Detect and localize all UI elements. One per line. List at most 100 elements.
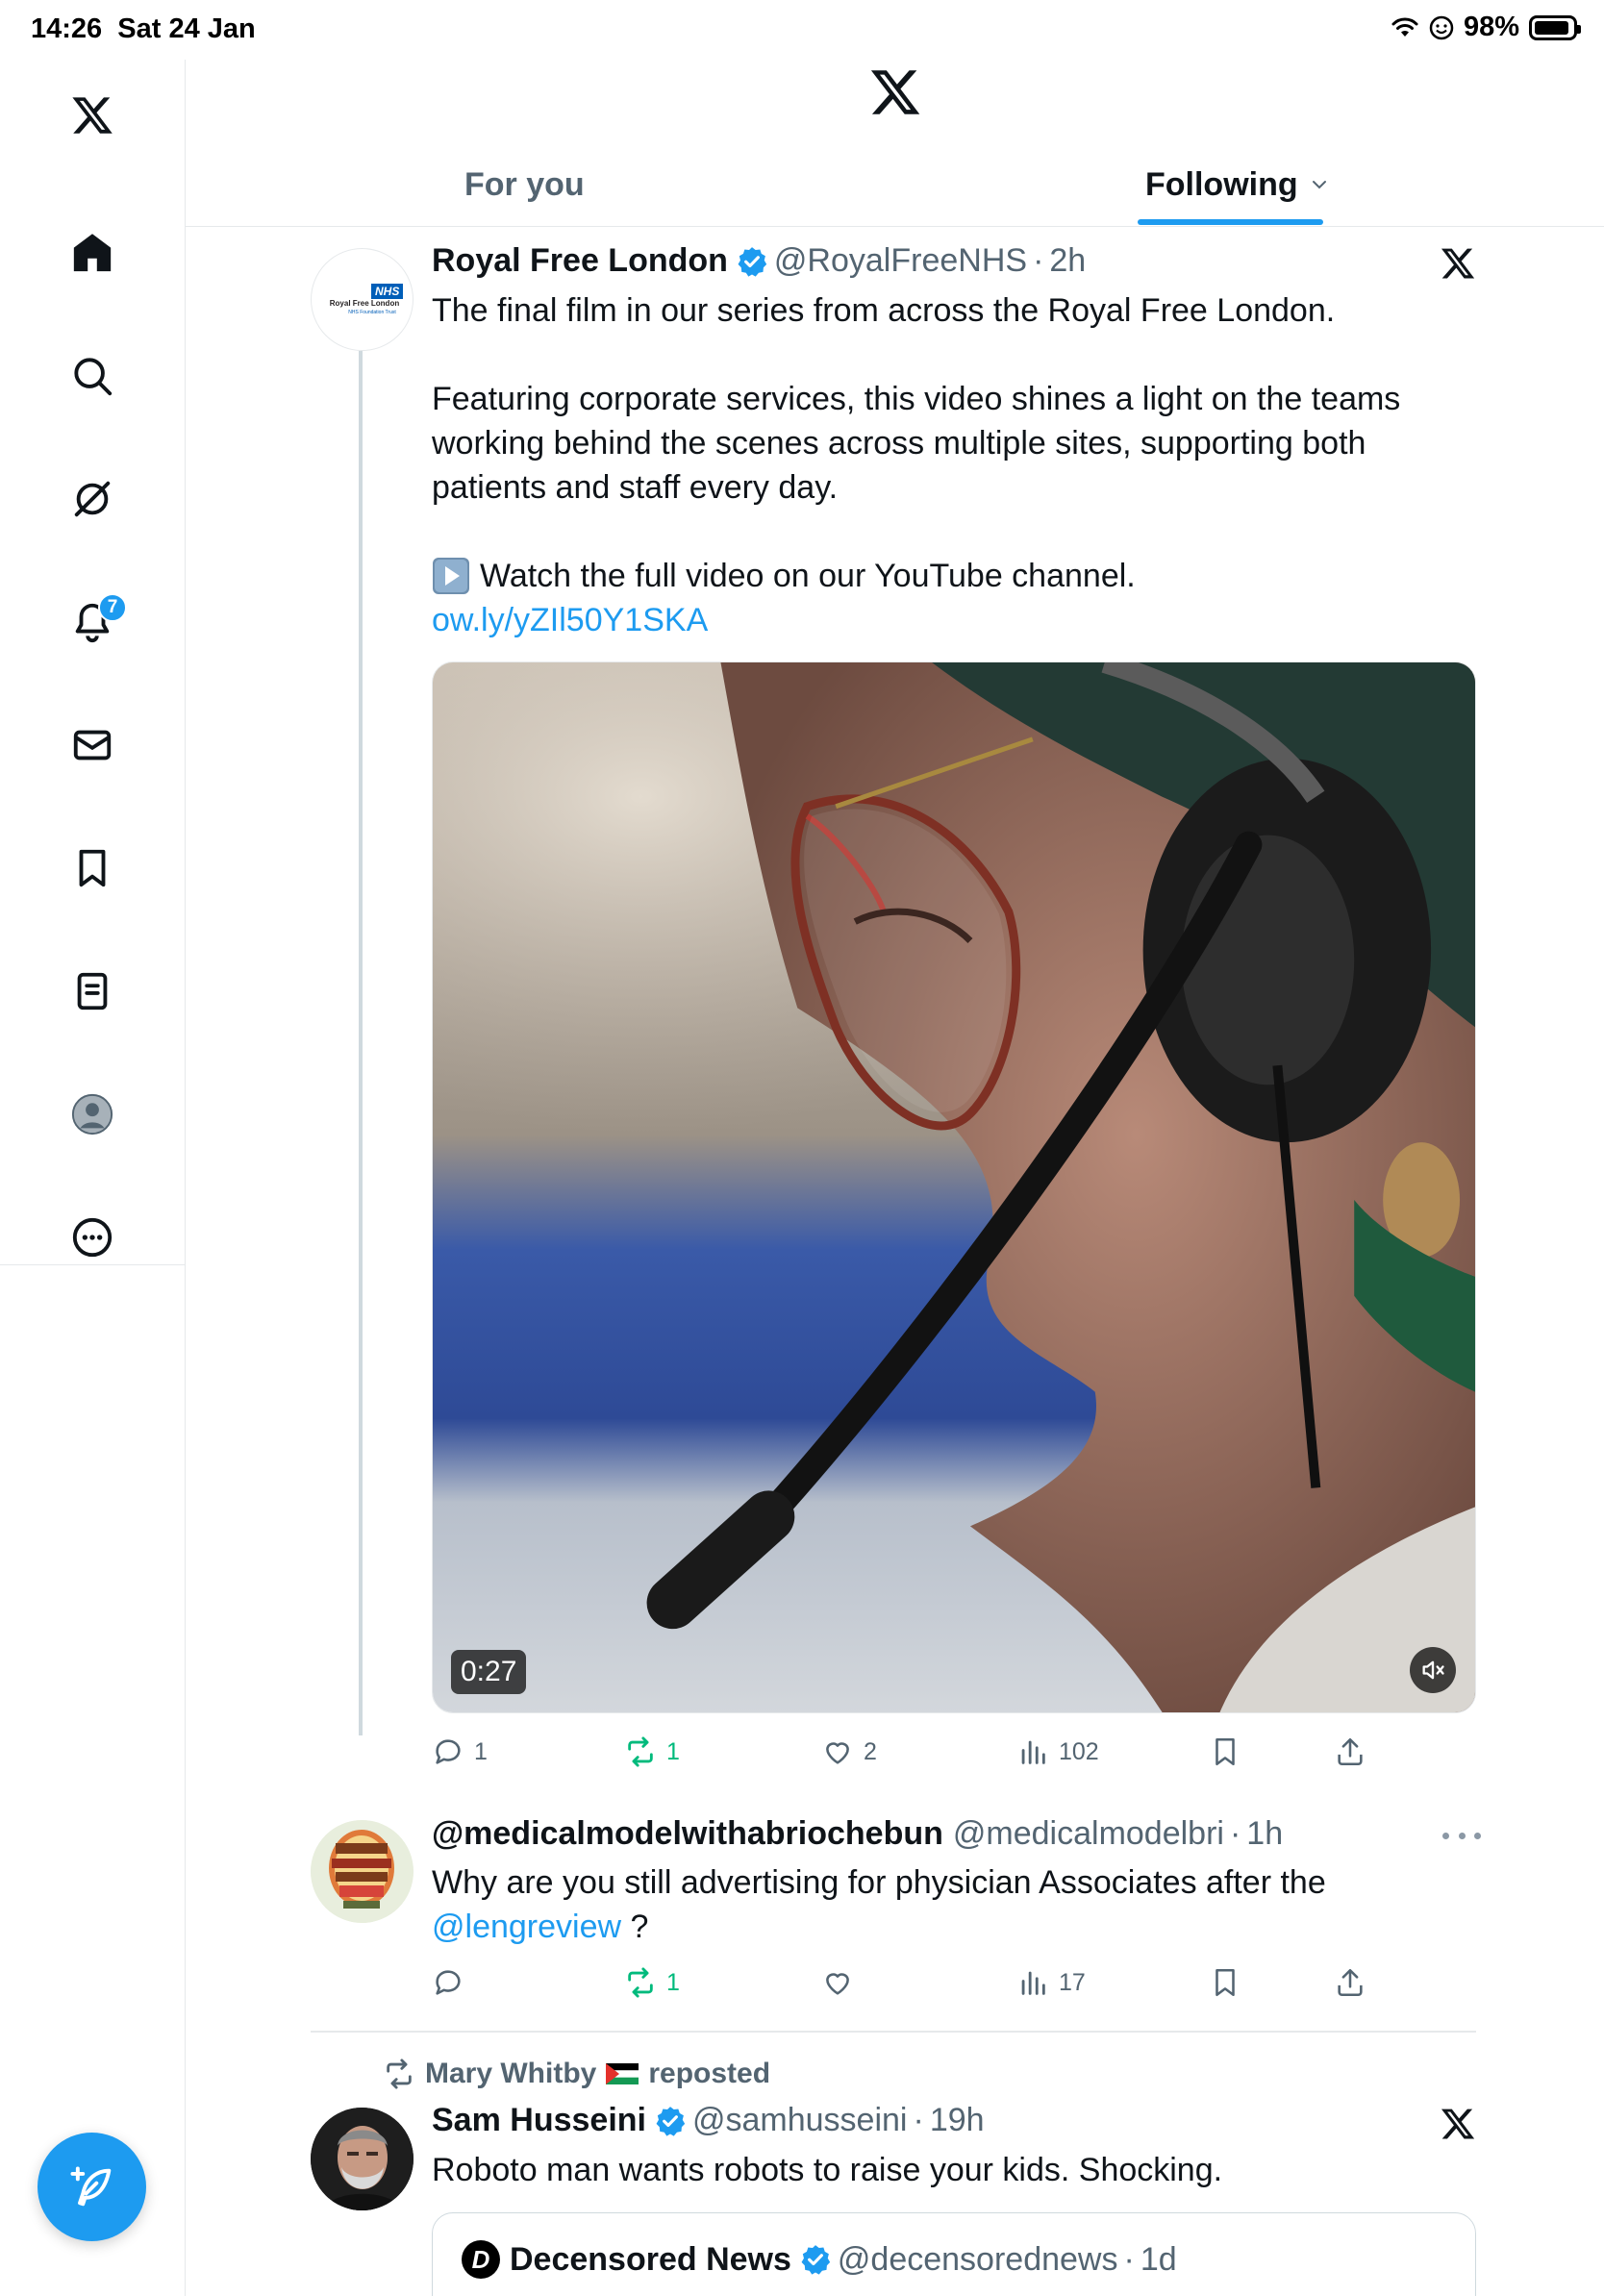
repost-count: 1 (666, 1737, 680, 1765)
author-handle[interactable]: @medicalmodelbri (953, 1815, 1224, 1853)
reply-icon (436, 1739, 461, 1764)
list-icon (77, 972, 108, 1011)
chevron-down-icon (1312, 181, 1326, 189)
grok-icon (74, 481, 111, 517)
quoted-tweet[interactable]: D Decensored News @decensorednews · 1d (432, 2212, 1476, 2296)
tweet-actions: 1 17 (432, 1958, 1476, 2008)
reposter-name[interactable]: Mary Whitby (425, 2058, 596, 2090)
share-button[interactable] (1334, 1727, 1366, 1777)
mention-link[interactable]: @lengreview (432, 1909, 621, 1945)
tweet-header: Sam Husseini @samhusseini · 19h (432, 2102, 985, 2139)
analytics-icon (1021, 1971, 1045, 1995)
timeline-tabs: For you Following (186, 142, 1604, 227)
x-logo-icon[interactable] (1440, 2106, 1476, 2142)
repost-icon (628, 1736, 653, 1767)
tweet-timestamp[interactable]: 19h (930, 2102, 985, 2139)
tweet-actions: 1 1 2 102 (432, 1727, 1476, 1777)
avatar-icon (71, 1093, 113, 1136)
dot (1474, 1832, 1481, 1839)
avatar[interactable]: NHS Royal Free London NHS Foundation Tru… (311, 248, 414, 351)
avatar[interactable] (311, 2108, 414, 2210)
analytics-icon (1021, 1740, 1045, 1764)
gmc-parody-logo (311, 1820, 414, 1923)
like-button[interactable]: 2 (821, 1727, 877, 1777)
sidebar-item-bookmarks[interactable] (58, 834, 127, 903)
repost-button[interactable]: 1 (624, 1727, 680, 1777)
reposted-label: reposted (648, 2058, 771, 2089)
compose-button[interactable] (38, 2133, 146, 2241)
tweet-text-end: ? (621, 1909, 649, 1945)
share-icon (1338, 1737, 1363, 1766)
bookmark-icon (1216, 1968, 1235, 1997)
battery-percent: 98% (1463, 12, 1519, 42)
more-options-button[interactable] (1442, 1826, 1481, 1845)
share-button[interactable] (1334, 1958, 1366, 2008)
view-count: 102 (1059, 1737, 1099, 1765)
home-icon (73, 234, 112, 272)
avatar-org-subtitle: NHS Foundation Trust (348, 310, 396, 315)
play-button-emoji-icon (433, 558, 469, 594)
tweet-header: Royal Free London @RoyalFreeNHS · 2h (432, 242, 1086, 280)
sidebar-item-more[interactable] (58, 1203, 127, 1272)
sidebar-item-lists[interactable] (58, 957, 127, 1026)
views-button[interactable]: 102 (1016, 1727, 1099, 1777)
tab-for-you[interactable]: For you (464, 142, 585, 227)
search-icon (74, 358, 113, 396)
sidebar-item-grok[interactable] (58, 464, 127, 534)
tweet-timestamp[interactable]: 1h (1246, 1815, 1283, 1853)
mute-button[interactable] (1410, 1647, 1456, 1693)
focus-smiley-icon (1429, 15, 1454, 39)
verified-badge-icon (656, 2106, 686, 2136)
tweet-text: Why are you still advertising for physic… (432, 1860, 1476, 1949)
tweet-text-body: Why are you still advertising for physic… (432, 1864, 1326, 1901)
heart-icon (826, 1742, 849, 1764)
quoted-timestamp: 1d (1140, 2240, 1177, 2278)
avatar-org-name: Royal Free London (329, 299, 400, 308)
tweet-divider (311, 2031, 1476, 2033)
tab-for-you-label: For you (464, 165, 585, 203)
tweet-header: @medicalmodelwithabriochebun @medicalmod… (432, 1815, 1283, 1853)
views-button[interactable]: 17 (1016, 1958, 1086, 2008)
repost-button[interactable]: 1 (624, 1958, 680, 2008)
tab-following[interactable]: Following (1145, 142, 1329, 227)
x-logo-icon[interactable] (1440, 245, 1476, 282)
tab-following-label: Following (1145, 165, 1298, 203)
feather-plus-icon (69, 2166, 111, 2206)
reply-button[interactable] (432, 1958, 474, 2008)
reply-button[interactable]: 1 (432, 1727, 488, 1777)
author-name[interactable]: @medicalmodelwithabriochebun (432, 1815, 943, 1853)
tweet-text-line-3-text: Watch the full video on our YouTube chan… (480, 558, 1136, 594)
separator-dot: · (1123, 2240, 1135, 2278)
status-bar: 14:26 Sat 24 Jan 98% (0, 0, 1604, 60)
author-handle[interactable]: @RoyalFreeNHS (774, 242, 1027, 280)
bookmark-button[interactable] (1209, 1727, 1241, 1777)
mail-icon (73, 730, 112, 761)
sidebar-item-profile[interactable] (58, 1080, 127, 1149)
sidebar-item-messages[interactable] (58, 711, 127, 780)
sidebar-item-notifications[interactable]: 7 (58, 587, 127, 657)
x-logo-icon (72, 97, 113, 134)
bookmark-button[interactable] (1209, 1958, 1241, 2008)
status-right: 98% (1391, 12, 1581, 43)
like-button[interactable] (821, 1958, 864, 2008)
author-name[interactable]: Sam Husseini (432, 2102, 646, 2139)
tweet-link[interactable]: ow.ly/yZIl50Y1SKA (432, 598, 708, 642)
tweet-video[interactable]: 0:27 (432, 661, 1476, 1713)
sidebar-item-home[interactable] (58, 218, 127, 287)
sidebar-item-explore[interactable] (58, 341, 127, 411)
x-logo-button[interactable] (58, 81, 127, 150)
repost-icon (387, 2059, 412, 2089)
video-frame (433, 662, 1475, 1712)
author-handle[interactable]: @samhusseini (692, 2102, 908, 2139)
tweet-timestamp[interactable]: 2h (1049, 242, 1086, 280)
x-logo-icon[interactable] (868, 65, 922, 119)
tweet-text-line-1: The final film in our series from across… (432, 292, 1336, 329)
author-name[interactable]: Royal Free London (432, 242, 728, 280)
separator-dot: · (1229, 1815, 1241, 1852)
share-icon (1338, 1968, 1363, 1997)
dot (1442, 1832, 1449, 1839)
view-count: 17 (1059, 1968, 1086, 1996)
avatar[interactable] (311, 1820, 414, 1923)
dot (1458, 1832, 1466, 1839)
quoted-avatar: D (462, 2240, 500, 2279)
